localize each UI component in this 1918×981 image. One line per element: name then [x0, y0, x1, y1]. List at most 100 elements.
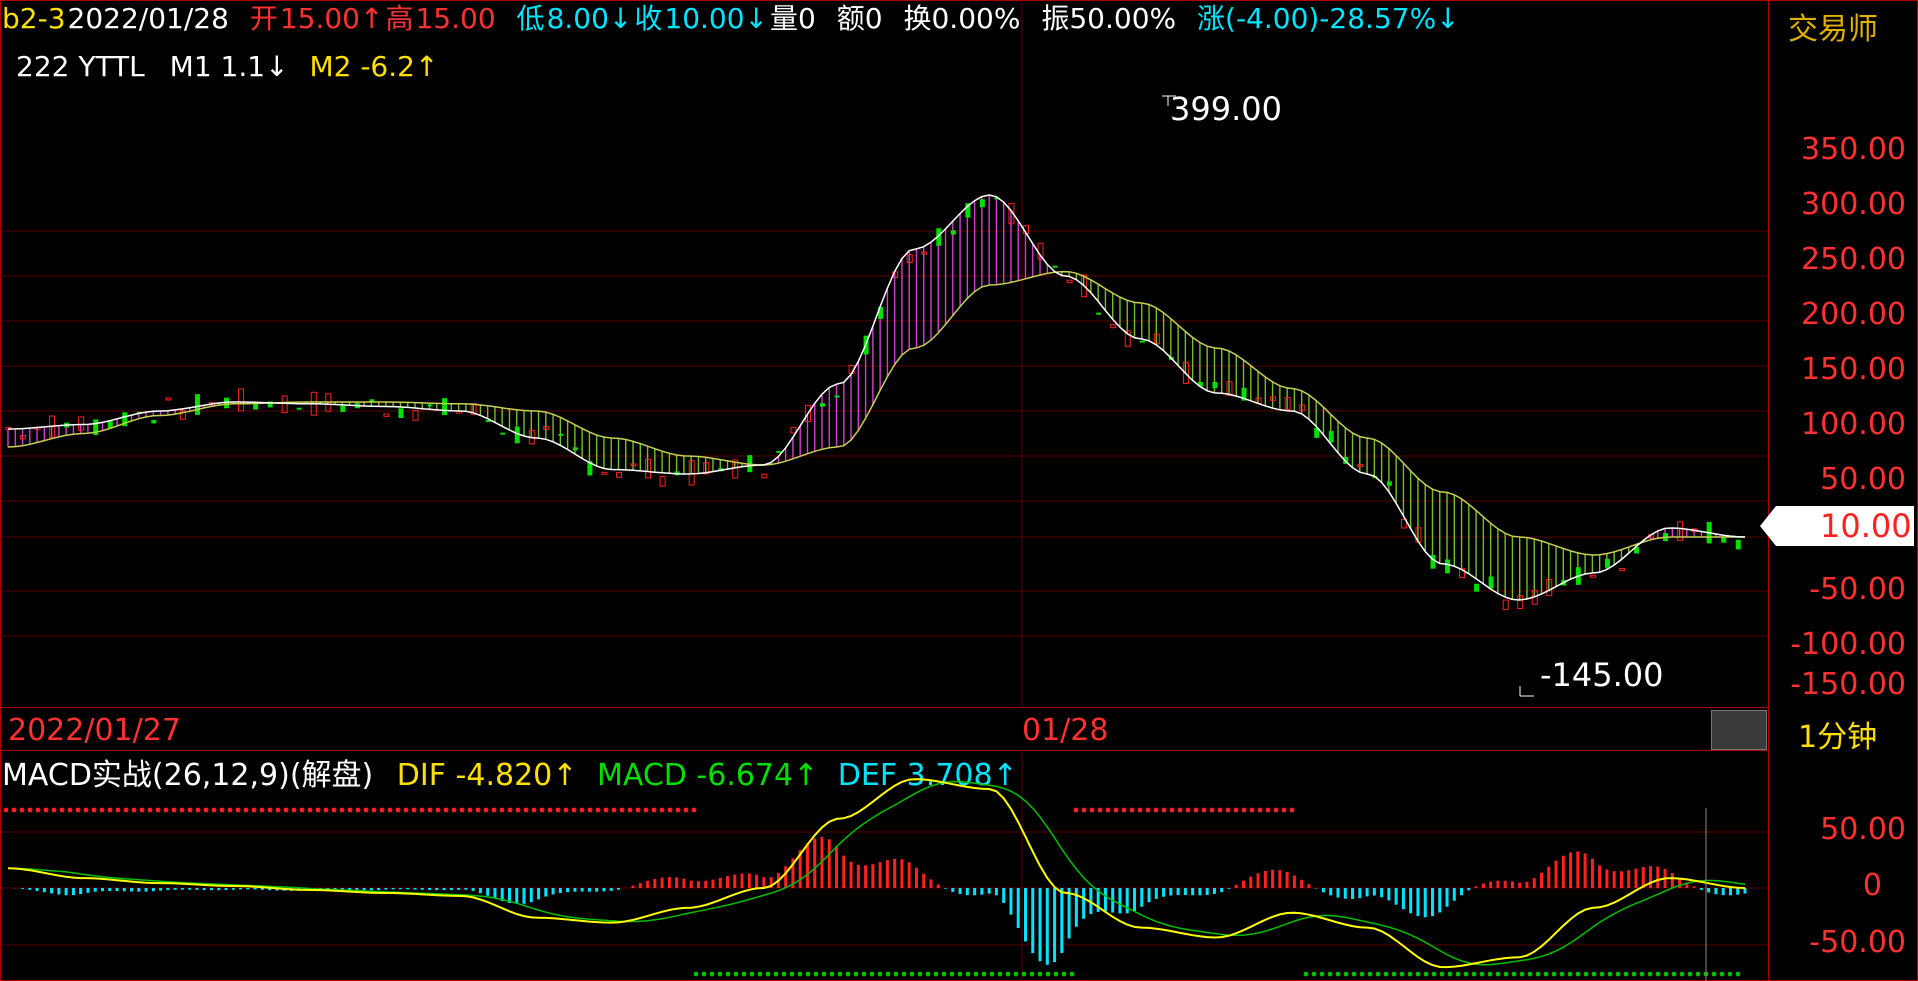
signal-dot [741, 971, 747, 977]
candle-down [296, 407, 302, 410]
signal-dot [323, 807, 329, 813]
signal-dot [3, 807, 9, 813]
signal-dot [99, 807, 105, 813]
signal-dot [91, 807, 97, 813]
candle-down [427, 404, 433, 407]
signal-dot [1631, 971, 1637, 977]
signal-dot [1615, 971, 1621, 977]
signal-dot [1359, 971, 1365, 977]
signal-dot [211, 807, 217, 813]
signal-dot [997, 971, 1003, 977]
signal-dot [973, 971, 979, 977]
signal-dot [435, 807, 441, 813]
signal-dot [1607, 971, 1613, 977]
signal-dot [1303, 971, 1309, 977]
signal-dot [1069, 971, 1075, 977]
candle-up [165, 397, 172, 401]
signal-dot [949, 971, 955, 977]
signal-dot [789, 971, 795, 977]
candle-up [1618, 568, 1625, 572]
candle-up [790, 426, 797, 434]
candle-up [1502, 599, 1509, 611]
signal-dot [1061, 971, 1067, 977]
signal-dot [171, 807, 177, 813]
signal-dot [1073, 807, 1079, 813]
signal-dot [749, 971, 755, 977]
signal-dot [1543, 971, 1549, 977]
signal-dot [299, 807, 305, 813]
signal-dot [1375, 971, 1381, 977]
signal-dot [1727, 971, 1733, 977]
signal-dot [1081, 807, 1087, 813]
signal-dot [829, 971, 835, 977]
signal-dot [1487, 971, 1493, 977]
signal-dot [419, 807, 425, 813]
candle-down [514, 426, 520, 444]
signal-dot [1383, 971, 1389, 977]
signal-dot [1535, 971, 1541, 977]
signal-dot [781, 971, 787, 977]
signal-dot [1201, 807, 1207, 813]
candle-down [1474, 583, 1480, 592]
signal-dot [315, 807, 321, 813]
signal-dot [1431, 971, 1437, 977]
signal-dot [611, 807, 617, 813]
signal-dot [475, 807, 481, 813]
low-marker: -145.00 [1540, 656, 1664, 694]
signal-dot [1695, 971, 1701, 977]
signal-dot [1105, 807, 1111, 813]
signal-dot [725, 971, 731, 977]
signal-dot [1575, 971, 1581, 977]
signal-dot [1495, 971, 1501, 977]
signal-dot [291, 807, 297, 813]
signal-dot [1311, 971, 1317, 977]
signal-dot [1639, 971, 1645, 977]
signal-dot [579, 807, 585, 813]
price-chart[interactable]: 399.00 -145.00 [0, 0, 1918, 981]
candle-down [107, 420, 113, 428]
signal-dot [1423, 971, 1429, 977]
signal-dot [717, 971, 723, 977]
signal-dot [901, 971, 907, 977]
signal-dot [483, 807, 489, 813]
signal-dot [27, 807, 33, 813]
signal-dot [11, 807, 17, 813]
signal-dot [235, 807, 241, 813]
signal-dot [797, 971, 803, 977]
candle-up [412, 409, 419, 421]
signal-dot [283, 807, 289, 813]
signal-dot [219, 807, 225, 813]
signal-dot [1519, 971, 1525, 977]
high-marker: 399.00 [1170, 90, 1282, 128]
signal-dot [1037, 971, 1043, 977]
signal-dot [1327, 971, 1333, 977]
candle-down [776, 450, 782, 453]
signal-dot [1719, 971, 1725, 977]
signal-dot [1503, 971, 1509, 977]
signal-dot [1591, 971, 1597, 977]
signal-dot [1273, 807, 1279, 813]
signal-dot [1233, 807, 1239, 813]
signal-dot [83, 807, 89, 813]
signal-dot [339, 807, 345, 813]
signal-dot [155, 807, 161, 813]
signal-dot [821, 971, 827, 977]
signal-dot [547, 807, 553, 813]
signal-dot [1249, 807, 1255, 813]
signal-dot [765, 971, 771, 977]
signal-dot [909, 971, 915, 977]
signal-dot [627, 807, 633, 813]
signal-dot [131, 807, 137, 813]
signal-dot [701, 971, 707, 977]
signal-dot [861, 971, 867, 977]
signal-dot [307, 807, 313, 813]
signal-dot [1129, 807, 1135, 813]
candle-up [761, 473, 768, 479]
signal-dot [1225, 807, 1231, 813]
signal-dot [43, 807, 49, 813]
signal-dot [1415, 971, 1421, 977]
signal-dot [59, 807, 65, 813]
signal-dot [1391, 971, 1397, 977]
candle-down [340, 405, 346, 412]
signal-dot [1439, 971, 1445, 977]
